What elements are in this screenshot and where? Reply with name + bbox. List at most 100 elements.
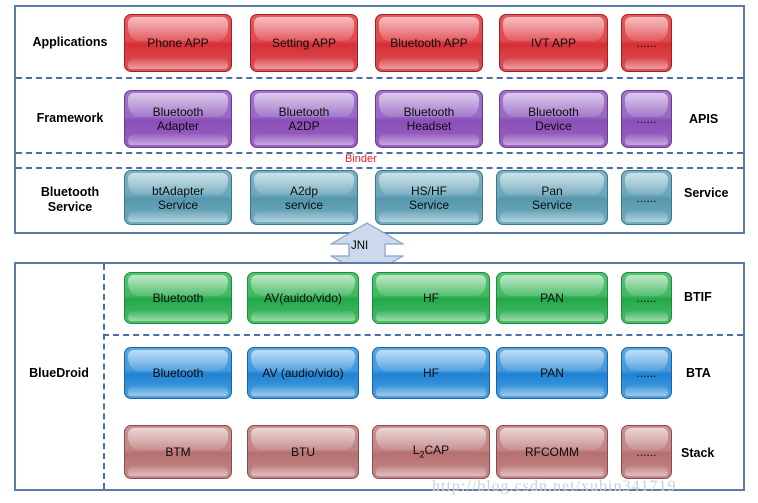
gloss-shadow xyxy=(376,465,486,476)
box-btif-bluetooth[interactable]: Bluetooth xyxy=(124,272,232,324)
gloss-shadow xyxy=(254,211,354,222)
box-btif-av[interactable]: AV(auido/vido) xyxy=(247,272,359,324)
box-label: L2CAP xyxy=(412,442,450,460)
gloss-shadow xyxy=(251,465,355,476)
box-bluetooth-device[interactable]: Bluetooth Device xyxy=(499,90,608,148)
box-btif-more[interactable]: ...... xyxy=(621,272,672,324)
box-btif-hf[interactable]: HF xyxy=(372,272,490,324)
box-label: Bluetooth xyxy=(152,291,204,305)
box-stack-more[interactable]: ...... xyxy=(621,425,672,479)
box-label: HF xyxy=(423,366,439,380)
box-bluetooth-headset[interactable]: Bluetooth Headset xyxy=(375,90,483,148)
side-label-stack: Stack xyxy=(681,446,715,460)
box-label: Bluetooth Headset xyxy=(403,105,455,133)
gloss-shadow xyxy=(379,211,479,222)
box-label: ...... xyxy=(636,366,657,380)
box-label: AV(auido/vido) xyxy=(264,291,342,305)
box-label: ...... xyxy=(636,112,657,126)
gloss-shadow xyxy=(625,211,668,222)
gloss-shadow xyxy=(625,133,668,145)
separator-applications-framework xyxy=(16,77,743,79)
box-label: Bluetooth APP xyxy=(390,36,468,50)
gloss-shadow xyxy=(625,57,668,69)
box-bluetooth-adapter[interactable]: Bluetooth Adapter xyxy=(124,90,232,148)
box-label: Setting APP xyxy=(271,36,337,50)
row-label-bluetooth-service: Bluetooth Service xyxy=(40,185,100,214)
gloss-shadow xyxy=(128,133,228,145)
box-label: ...... xyxy=(636,445,657,459)
gloss-shadow xyxy=(625,386,668,396)
row-label-applications: Applications xyxy=(32,35,108,49)
box-label: Pan Service xyxy=(531,183,572,212)
box-setting-app[interactable]: Setting APP xyxy=(250,14,358,72)
gloss-shadow xyxy=(625,311,668,321)
box-label: PAN xyxy=(540,366,564,380)
box-bta-pan[interactable]: PAN xyxy=(496,347,608,399)
box-label: ...... xyxy=(636,190,657,205)
box-label: A2dp service xyxy=(284,183,323,212)
box-label: Bluetooth Device xyxy=(528,105,579,133)
box-label: ...... xyxy=(636,36,657,50)
box-stack-btu[interactable]: BTU xyxy=(247,425,359,479)
gloss-shadow xyxy=(251,386,355,396)
box-label: Bluetooth A2DP xyxy=(278,105,330,133)
box-btadapter-service[interactable]: btAdapter Service xyxy=(124,170,232,225)
side-label-apis: APIS xyxy=(689,112,719,126)
box-pan-service[interactable]: Pan Service xyxy=(496,170,608,225)
box-bta-hf[interactable]: HF xyxy=(372,347,490,399)
gloss-shadow xyxy=(379,57,479,69)
box-bta-av[interactable]: AV (audio/vido) xyxy=(247,347,359,399)
separator-bluedroid-vertical xyxy=(103,264,105,489)
gloss-shadow xyxy=(254,57,354,69)
gloss-shadow xyxy=(251,311,355,321)
gloss-shadow xyxy=(128,57,228,69)
box-label: PAN xyxy=(540,291,564,305)
box-label: RFCOMM xyxy=(525,445,579,459)
box-label: Bluetooth xyxy=(152,366,204,380)
gloss-shadow xyxy=(500,465,604,476)
row-label-framework: Framework xyxy=(36,111,104,125)
box-a2dp-service[interactable]: A2dp service xyxy=(250,170,358,225)
jni-label: JNI xyxy=(351,240,369,252)
box-stack-l2cap[interactable]: L2CAP xyxy=(372,425,490,479)
box-label: BTU xyxy=(291,445,315,459)
gloss-shadow xyxy=(379,133,479,145)
box-btif-pan[interactable]: PAN xyxy=(496,272,608,324)
gloss-shadow xyxy=(376,386,486,396)
gloss-shadow xyxy=(500,311,604,321)
box-service-more[interactable]: ...... xyxy=(621,170,672,225)
box-phone-app[interactable]: Phone APP xyxy=(124,14,232,72)
box-label: IVT APP xyxy=(530,36,577,50)
separator-binder-service xyxy=(16,167,743,169)
gloss-shadow xyxy=(128,211,228,222)
box-bluetooth-a2dp[interactable]: Bluetooth A2DP xyxy=(250,90,358,148)
gloss-shadow xyxy=(625,465,668,476)
box-framework-more[interactable]: ...... xyxy=(621,90,672,148)
box-label: HS/HF Service xyxy=(408,183,449,212)
box-applications-more[interactable]: ...... xyxy=(621,14,672,72)
watermark-text: http://blog.csdn.net/xubin341719 xyxy=(432,478,677,495)
side-label-btif: BTIF xyxy=(684,290,712,304)
box-label: HF xyxy=(423,291,439,305)
box-label: Bluetooth Adapter xyxy=(152,105,204,133)
box-stack-rfcomm[interactable]: RFCOMM xyxy=(496,425,608,479)
gloss-shadow xyxy=(500,211,604,222)
side-label-service: Service xyxy=(684,186,729,200)
box-bta-more[interactable]: ...... xyxy=(621,347,672,399)
binder-label: Binder xyxy=(345,153,377,165)
box-stack-btm[interactable]: BTM xyxy=(124,425,232,479)
gloss-shadow xyxy=(500,386,604,396)
architecture-diagram: Binder Applications Framework Bluetooth … xyxy=(0,0,758,503)
gloss-shadow xyxy=(128,311,228,321)
box-bluetooth-app[interactable]: Bluetooth APP xyxy=(375,14,483,72)
gloss-shadow xyxy=(128,465,228,476)
box-bta-bluetooth[interactable]: Bluetooth xyxy=(124,347,232,399)
gloss-shadow xyxy=(376,311,486,321)
box-hshf-service[interactable]: HS/HF Service xyxy=(375,170,483,225)
gloss-shadow xyxy=(128,386,228,396)
gloss-shadow xyxy=(503,57,604,69)
box-ivt-app[interactable]: IVT APP xyxy=(499,14,608,72)
row-label-bluedroid: BlueDroid xyxy=(29,366,89,380)
box-label: ...... xyxy=(636,291,657,305)
side-label-bta: BTA xyxy=(686,366,711,380)
